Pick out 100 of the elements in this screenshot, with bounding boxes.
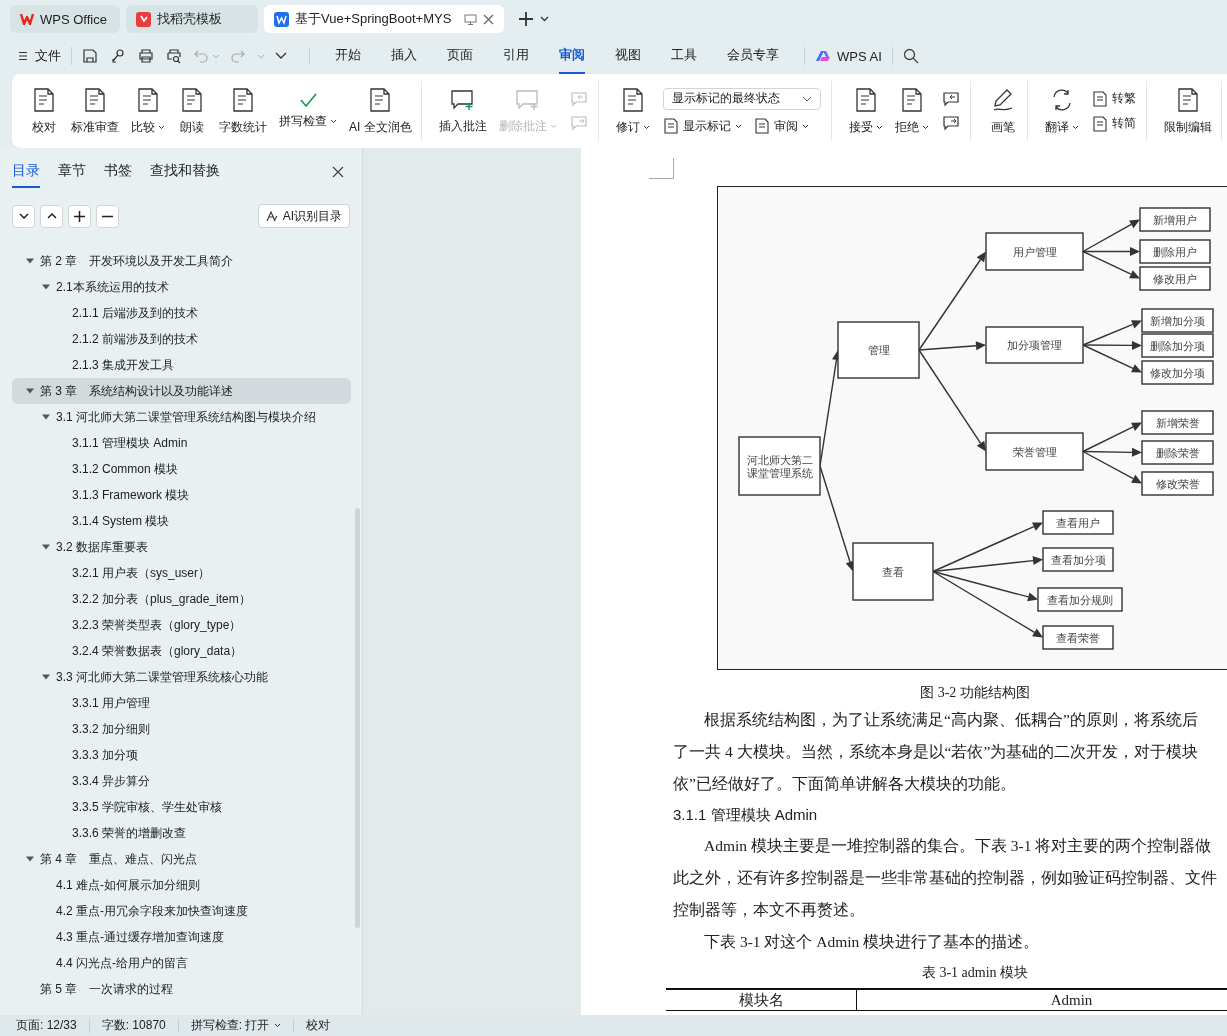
loop-icon[interactable] xyxy=(110,48,126,64)
ribbon-button[interactable]: 字数统计 xyxy=(214,86,272,136)
toc-item[interactable]: 3.2.3 荣誉类型表（glory_type） xyxy=(12,612,351,638)
triangle-icon[interactable] xyxy=(42,283,50,291)
body-text-line: 下表 3-1 对这个 Admin 模块进行了基本的描述。 xyxy=(703,932,1041,952)
diagram-node: 删除加分项 xyxy=(1141,333,1214,358)
ribbon-tab[interactable]: 会员专享 xyxy=(727,38,779,74)
diagram-node: 新增加分项 xyxy=(1141,308,1214,333)
toc-item[interactable]: 2.1.2 前端涉及到的技术 xyxy=(12,326,351,352)
document-icon xyxy=(231,86,255,113)
ribbon-button[interactable]: 转繁 xyxy=(1091,90,1136,107)
diagram-node: 修改荣誉 xyxy=(1141,471,1214,496)
document-icon xyxy=(83,86,107,113)
toc-item[interactable]: 3.1.1 管理模块 Admin xyxy=(12,430,351,456)
ribbon-button[interactable]: 限制编辑 xyxy=(1158,86,1217,136)
toc-item[interactable]: 3.2.1 用户表（sys_user） xyxy=(12,560,351,586)
ribbon-button[interactable]: 翻译 xyxy=(1039,86,1084,136)
toc-item[interactable]: 第 4 章 重点、难点、闪光点 xyxy=(12,846,351,872)
toc-item[interactable]: 第 5 章 一次请求的过程 xyxy=(12,976,351,1002)
save-icon[interactable] xyxy=(82,48,98,64)
toc-item[interactable]: 3.3 河北师大第二课堂管理系统核心功能 xyxy=(12,664,351,690)
toc-item[interactable]: 3.3.3 加分项 xyxy=(12,742,351,768)
toc-item[interactable]: 3.1.2 Common 模块 xyxy=(12,456,351,482)
sidebar-tab[interactable]: 书签 xyxy=(104,162,132,188)
toc-item[interactable]: 3.3.4 异步算分 xyxy=(12,768,351,794)
toc-item[interactable]: 第 2 章 开发环境以及开发工具简介 xyxy=(12,248,351,274)
ribbon-button[interactable]: 修订 xyxy=(610,86,655,136)
sidebar-tab[interactable]: 目录 xyxy=(12,162,40,188)
triangle-icon[interactable] xyxy=(42,543,50,551)
ribbon-button[interactable]: AI 全文润色 xyxy=(344,86,417,136)
toc-item[interactable]: 3.1 河北师大第二课堂管理系统结构图与模块介绍 xyxy=(12,404,351,430)
triangle-icon[interactable] xyxy=(26,257,34,265)
app-tab[interactable]: WPS Office xyxy=(10,5,120,33)
diagram-node: 修改用户 xyxy=(1139,266,1211,291)
search-icon[interactable] xyxy=(902,48,919,64)
ribbon-button[interactable]: 接受 xyxy=(843,86,888,136)
comment-nav-button[interactable] xyxy=(941,91,960,107)
toc-item[interactable]: 2.1本系统运用的技术 xyxy=(12,274,351,300)
ai-menu[interactable]: WPS AI xyxy=(815,48,882,64)
ribbon-button[interactable]: 标准审查 xyxy=(66,86,124,136)
sidebar-tab[interactable]: 查找和替换 xyxy=(150,162,220,188)
file-menu[interactable]: 文件 xyxy=(18,47,61,65)
toc-item[interactable]: 3.3.2 加分细则 xyxy=(12,716,351,742)
ribbon-tab[interactable]: 开始 xyxy=(335,38,361,74)
triangle-icon[interactable] xyxy=(26,387,34,395)
toc-item[interactable]: 3.3.6 荣誉的增删改查 xyxy=(12,820,351,846)
status-item[interactable]: 拼写检查: 打开 xyxy=(190,1017,282,1034)
toc-item[interactable]: 4.1 难点-如何展示加分细则 xyxy=(12,872,351,898)
ribbon-button[interactable]: 校对 xyxy=(24,86,64,136)
triangle-icon[interactable] xyxy=(42,413,50,421)
ribbon-tab[interactable]: 引用 xyxy=(503,38,529,74)
ribbon-button[interactable]: 拒绝 xyxy=(889,86,934,136)
toc-item[interactable]: 3.3.1 用户管理 xyxy=(12,690,351,716)
print-preview-icon[interactable] xyxy=(166,48,182,64)
app-tab[interactable]: 基于Vue+SpringBoot+MYS xyxy=(264,5,504,33)
ribbon-button[interactable]: 插入批注 xyxy=(433,87,492,135)
chevron-down-icon[interactable] xyxy=(275,52,287,60)
status-item: 页面: 12/33 xyxy=(16,1017,77,1034)
toc-item[interactable]: 2.1.1 后端涉及到的技术 xyxy=(12,300,351,326)
display-mode-select[interactable]: 显示标记的最终状态 xyxy=(662,87,821,110)
toc-item[interactable]: 3.3.5 学院审核、学生处审核 xyxy=(12,794,351,820)
comment-nav-button[interactable] xyxy=(941,115,960,131)
add-button[interactable] xyxy=(68,204,91,228)
close-icon[interactable] xyxy=(332,166,344,178)
ribbon-tab[interactable]: 工具 xyxy=(671,38,697,74)
scrollbar-thumb[interactable] xyxy=(355,508,360,928)
toc-item[interactable]: 3.1.3 Framework 模块 xyxy=(12,482,351,508)
print-icon[interactable] xyxy=(138,48,154,64)
ribbon-button[interactable]: 朗读 xyxy=(172,86,212,136)
toc-item[interactable]: 4.3 重点-通过缓存增加查询速度 xyxy=(12,924,351,950)
toc-item[interactable]: 第 3 章 系统结构设计以及功能详述 xyxy=(12,378,351,404)
triangle-icon[interactable] xyxy=(26,855,34,863)
toc-item[interactable]: 3.2.4 荣誉数据表（glory_data） xyxy=(12,638,351,664)
ribbon-button[interactable]: 显示标记 xyxy=(662,117,742,135)
ribbon-button[interactable]: 审阅 xyxy=(753,117,809,135)
ribbon-button[interactable]: 转简 xyxy=(1091,115,1136,132)
toc-item[interactable]: 3.2 数据库重要表 xyxy=(12,534,351,560)
toc-item[interactable]: 4.2 重点-用冗余字段来加快查询速度 xyxy=(12,898,351,924)
caret-icon[interactable] xyxy=(540,16,549,22)
triangle-icon[interactable] xyxy=(42,673,50,681)
ribbon-tab[interactable]: 插入 xyxy=(391,38,417,74)
status-item: 字数: 10870 xyxy=(101,1017,166,1034)
toc-item[interactable]: 3.1.4 System 模块 xyxy=(12,508,351,534)
app-tab[interactable]: 找稻壳模板 xyxy=(126,5,258,33)
ribbon-tab[interactable]: 视图 xyxy=(615,38,641,74)
ribbon-button[interactable]: 比较 xyxy=(126,86,170,136)
ribbon-button[interactable]: 画笔 xyxy=(982,86,1023,136)
toc-item[interactable]: 4.4 闪光点-给用户的留言 xyxy=(12,950,351,976)
monitor-icon[interactable] xyxy=(464,13,477,25)
ai-toc-button[interactable]: AI识别目录 xyxy=(257,204,350,228)
toc-item[interactable]: 2.1.3 集成开发工具 xyxy=(12,352,351,378)
toc-item[interactable]: 3.2.2 加分表（plus_grade_item） xyxy=(12,586,351,612)
expand-button[interactable] xyxy=(12,204,35,228)
sidebar-tab[interactable]: 章节 xyxy=(58,162,86,188)
collapse-button[interactable] xyxy=(40,204,63,228)
ribbon-tab[interactable]: 页面 xyxy=(447,38,473,74)
ribbon-button[interactable]: 拼写检查 xyxy=(274,92,342,130)
add-icon[interactable] xyxy=(518,11,534,27)
comment-icon xyxy=(449,87,476,112)
close-icon[interactable] xyxy=(483,13,494,25)
